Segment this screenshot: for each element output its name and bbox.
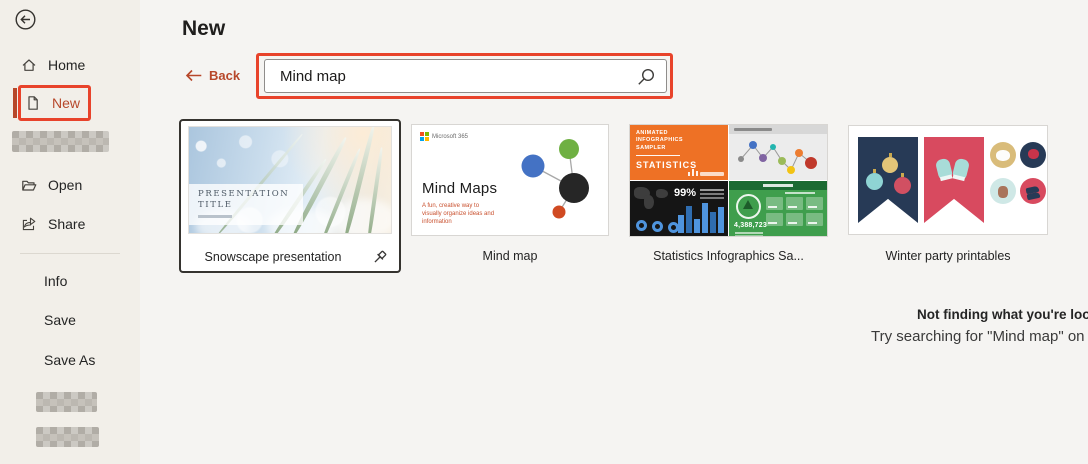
sidebar-item-label: New — [52, 95, 81, 111]
sidebar-item-label: Open — [48, 177, 83, 193]
ornament-ball — [894, 173, 911, 194]
backstage-view: { "colors": { "accent": "#b7472a", "anno… — [0, 0, 1088, 464]
cardinal-badge — [1020, 142, 1046, 168]
page-title: New — [182, 17, 226, 40]
vendor-logo — [688, 169, 724, 176]
template-title: Mind map — [482, 249, 538, 263]
home-icon — [22, 59, 36, 71]
bar-chart — [678, 203, 724, 233]
tree-icon — [743, 200, 753, 209]
donut-chart — [652, 221, 663, 232]
template-title: Statistics Infographics Sa... — [653, 249, 804, 263]
sidebar-item-label: Share — [48, 216, 86, 232]
timeline-dots — [738, 141, 817, 174]
cardinal-shape — [1028, 149, 1039, 159]
green-stats-slide: 4,388,723 — [729, 181, 827, 236]
search-input[interactable] — [265, 60, 666, 92]
back-circle-button[interactable] — [15, 9, 36, 30]
slide-heading: Mind Maps — [422, 180, 498, 197]
template-card-statistics[interactable]: ANIMATED INFOGRAPHICS SAMPLER STATISTICS — [629, 124, 828, 237]
donut-chart — [636, 220, 647, 231]
polar-bear-badge — [990, 142, 1016, 168]
mittens-pennant — [924, 137, 984, 223]
frost-blob — [333, 199, 391, 233]
sidebar-item-open[interactable]: Open — [21, 173, 82, 197]
kicker-line: INFOGRAPHICS — [636, 137, 683, 144]
slide-title-text: PRESENTATION TITLE — [198, 189, 290, 211]
back-link[interactable]: Back — [185, 68, 240, 83]
sidebar-item-label: Info — [44, 273, 68, 289]
back-link-label: Back — [209, 68, 241, 83]
sidebar-divider — [20, 253, 120, 254]
reindeer-badge — [990, 178, 1016, 204]
stat-text-bars — [700, 189, 724, 191]
new-document-icon — [28, 96, 38, 110]
back-arrow-icon — [15, 9, 36, 30]
sidebar-item-save-as[interactable]: Save As — [44, 349, 95, 371]
template-search-box — [264, 59, 667, 93]
redacted-nav-item[interactable] — [36, 427, 99, 447]
redacted-nav-item[interactable] — [36, 392, 97, 412]
dark-stats-slide: 99% — [630, 181, 728, 236]
ornament-pennant — [858, 137, 918, 223]
kicker-line: SAMPLER — [636, 144, 666, 151]
slide-subtext: A fun, creative way to visually organize… — [422, 203, 495, 226]
sidebar-item-save[interactable]: Save — [44, 309, 76, 331]
share-icon — [22, 217, 36, 231]
no-results-hint-subtitle: Try searching for "Mind map" on templat — [871, 328, 1088, 345]
snowscape-thumbnail[interactable]: PRESENTATION TITLE — [188, 126, 392, 234]
sidebar-item-home[interactable]: Home — [21, 53, 85, 77]
sidebar-item-label: Home — [48, 57, 86, 73]
statistics-slide-grid: ANIMATED INFOGRAPHICS SAMPLER STATISTICS — [630, 125, 827, 236]
template-title: Snowscape presentation — [204, 250, 342, 264]
sidebar-item-new[interactable]: New — [25, 91, 80, 115]
timeline-slide — [729, 125, 827, 180]
search-icon — [638, 68, 655, 85]
stat-text-bars — [735, 232, 763, 234]
stat-number: 4,388,723 — [734, 222, 767, 229]
divider-rule — [636, 155, 680, 157]
slide-header-strip — [729, 181, 827, 190]
sidebar-item-info[interactable]: Info — [44, 270, 67, 292]
ornament-ball — [882, 153, 898, 173]
search-button[interactable] — [636, 67, 656, 87]
backstage-sidebar: Home New Open Share Info Save Save As — [0, 0, 140, 464]
kicker-line: ANIMATED — [636, 130, 668, 136]
sidebar-item-share[interactable]: Share — [21, 212, 85, 236]
redacted-nav-item[interactable] — [12, 131, 109, 152]
polar-bear-shape — [996, 150, 1010, 161]
back-arrow-left-icon — [185, 69, 202, 82]
template-card-snowscape[interactable]: PRESENTATION TITLE Snowscape presentatio… — [179, 119, 401, 273]
slide-title-box: PRESENTATION TITLE — [189, 184, 303, 226]
pin-icon[interactable] — [371, 249, 388, 266]
template-card-winter[interactable] — [848, 125, 1048, 235]
template-title: Winter party printables — [885, 249, 1011, 263]
skates-badge — [1020, 178, 1046, 204]
slide-subtitle-bar — [198, 215, 232, 219]
selected-indicator-bar — [13, 88, 17, 118]
mitten — [934, 157, 954, 181]
no-results-hint-title: Not finding what you're looking — [917, 307, 1088, 322]
sidebar-item-label: Save — [44, 312, 76, 328]
open-folder-icon — [22, 180, 37, 191]
mitten — [951, 157, 971, 181]
skate-shape — [1026, 191, 1041, 201]
stat-boxes — [766, 197, 823, 226]
reindeer-shape — [998, 186, 1008, 198]
stat-percent: 99% — [674, 187, 697, 199]
boxes-title-bar — [785, 192, 815, 194]
template-card-mind-map[interactable]: Microsoft 365 Mind Maps A fun, creative … — [411, 124, 609, 236]
ornament-ball — [866, 169, 883, 190]
statistics-cover-slide: ANIMATED INFOGRAPHICS SAMPLER STATISTICS — [630, 125, 728, 180]
sidebar-item-label: Save As — [44, 352, 96, 368]
